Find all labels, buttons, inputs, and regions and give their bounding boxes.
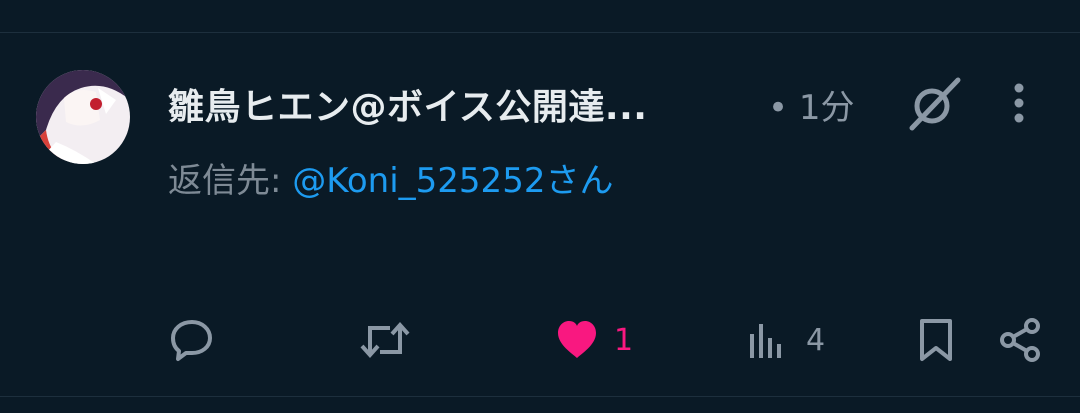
post-time[interactable]: • 1分: [768, 80, 855, 129]
views-icon: [750, 324, 781, 358]
reply-mention-link[interactable]: @Koni_525252さん: [292, 161, 613, 201]
bookmark-button[interactable]: [918, 318, 954, 362]
grok-icon[interactable]: [906, 76, 962, 132]
views-button[interactable]: 4: [748, 320, 825, 360]
like-button[interactable]: 1: [556, 320, 633, 360]
reply-prefix: 返信先:: [168, 161, 293, 201]
views-count: 4: [806, 322, 826, 358]
avatar[interactable]: [36, 70, 130, 164]
share-button[interactable]: [998, 318, 1042, 362]
bookmark-icon: [920, 319, 952, 361]
bottom-divider: [0, 396, 1080, 397]
retweet-button[interactable]: [360, 318, 410, 362]
heart-icon: [558, 321, 596, 358]
reply-button[interactable]: [170, 318, 214, 362]
like-count: 1: [614, 322, 634, 358]
more-options-icon[interactable]: [1004, 80, 1034, 130]
share-icon: [1000, 318, 1040, 362]
author-name[interactable]: 雛鳥ヒエン@ボイス公開達...: [168, 78, 647, 130]
top-divider: [0, 32, 1080, 33]
reply-to-line: 返信先: @Koni_525252さん: [168, 153, 613, 202]
reply-icon: [171, 320, 212, 361]
retweet-icon: [360, 321, 410, 359]
